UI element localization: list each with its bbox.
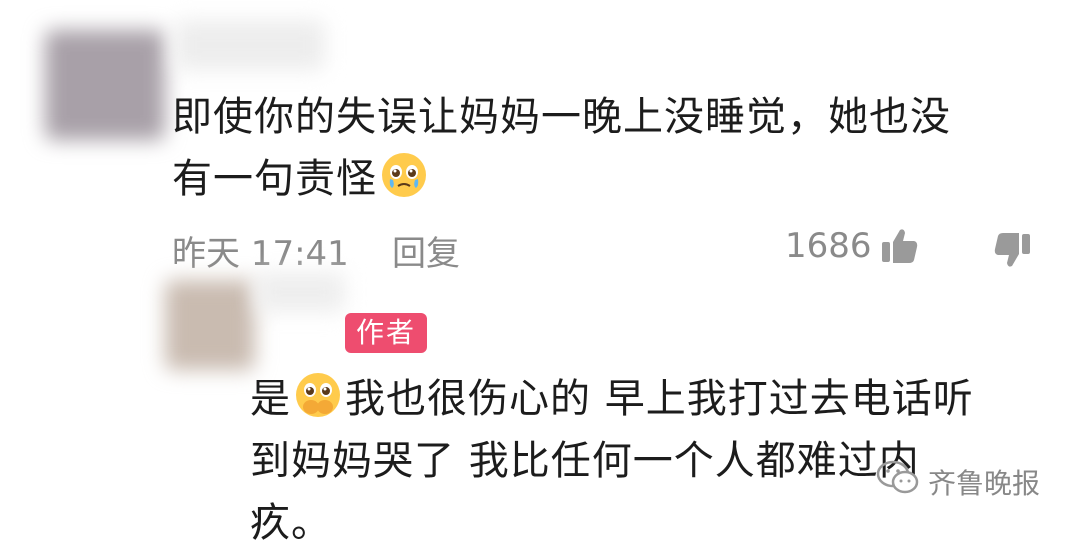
reply-text-prefix: 是 (250, 376, 291, 422)
reply-text-line3: 疚。 (250, 500, 332, 546)
pleading-hands-over-mouth-icon (293, 370, 343, 420)
thumbs-up-icon[interactable] (878, 224, 922, 272)
watermark-text: 齐鲁晚报 (928, 466, 1041, 500)
like-count: 1686 (785, 226, 872, 266)
comment-text-line1: 即使你的失误让妈妈一晚上没睡觉，她也没 (172, 94, 951, 140)
reply-username-blurred[interactable] (255, 272, 345, 312)
reply-button[interactable]: 回复 (392, 226, 460, 275)
pleading-crying-face-icon (379, 150, 429, 200)
reply-text-line2: 到妈妈哭了 我比任何一个人都难过内 (250, 438, 920, 484)
author-badge: 作者 (345, 313, 427, 353)
thumbs-down-icon[interactable] (990, 228, 1034, 276)
reply-avatar[interactable] (165, 280, 255, 370)
comment-text-line2: 有一句责怪 (172, 156, 377, 202)
username-blurred[interactable] (175, 20, 325, 70)
reply-text-line1: 我也很伤心的 早上我打过去电话听 (345, 376, 974, 422)
comment-timestamp: 昨天 17:41 (172, 234, 349, 274)
wechat-icon (876, 458, 920, 505)
comment-text: 即使你的失误让妈妈一晚上没睡觉，她也没 有一句责怪 (172, 86, 1032, 210)
avatar[interactable] (45, 30, 165, 140)
watermark: 齐鲁晚报 (876, 458, 1040, 505)
